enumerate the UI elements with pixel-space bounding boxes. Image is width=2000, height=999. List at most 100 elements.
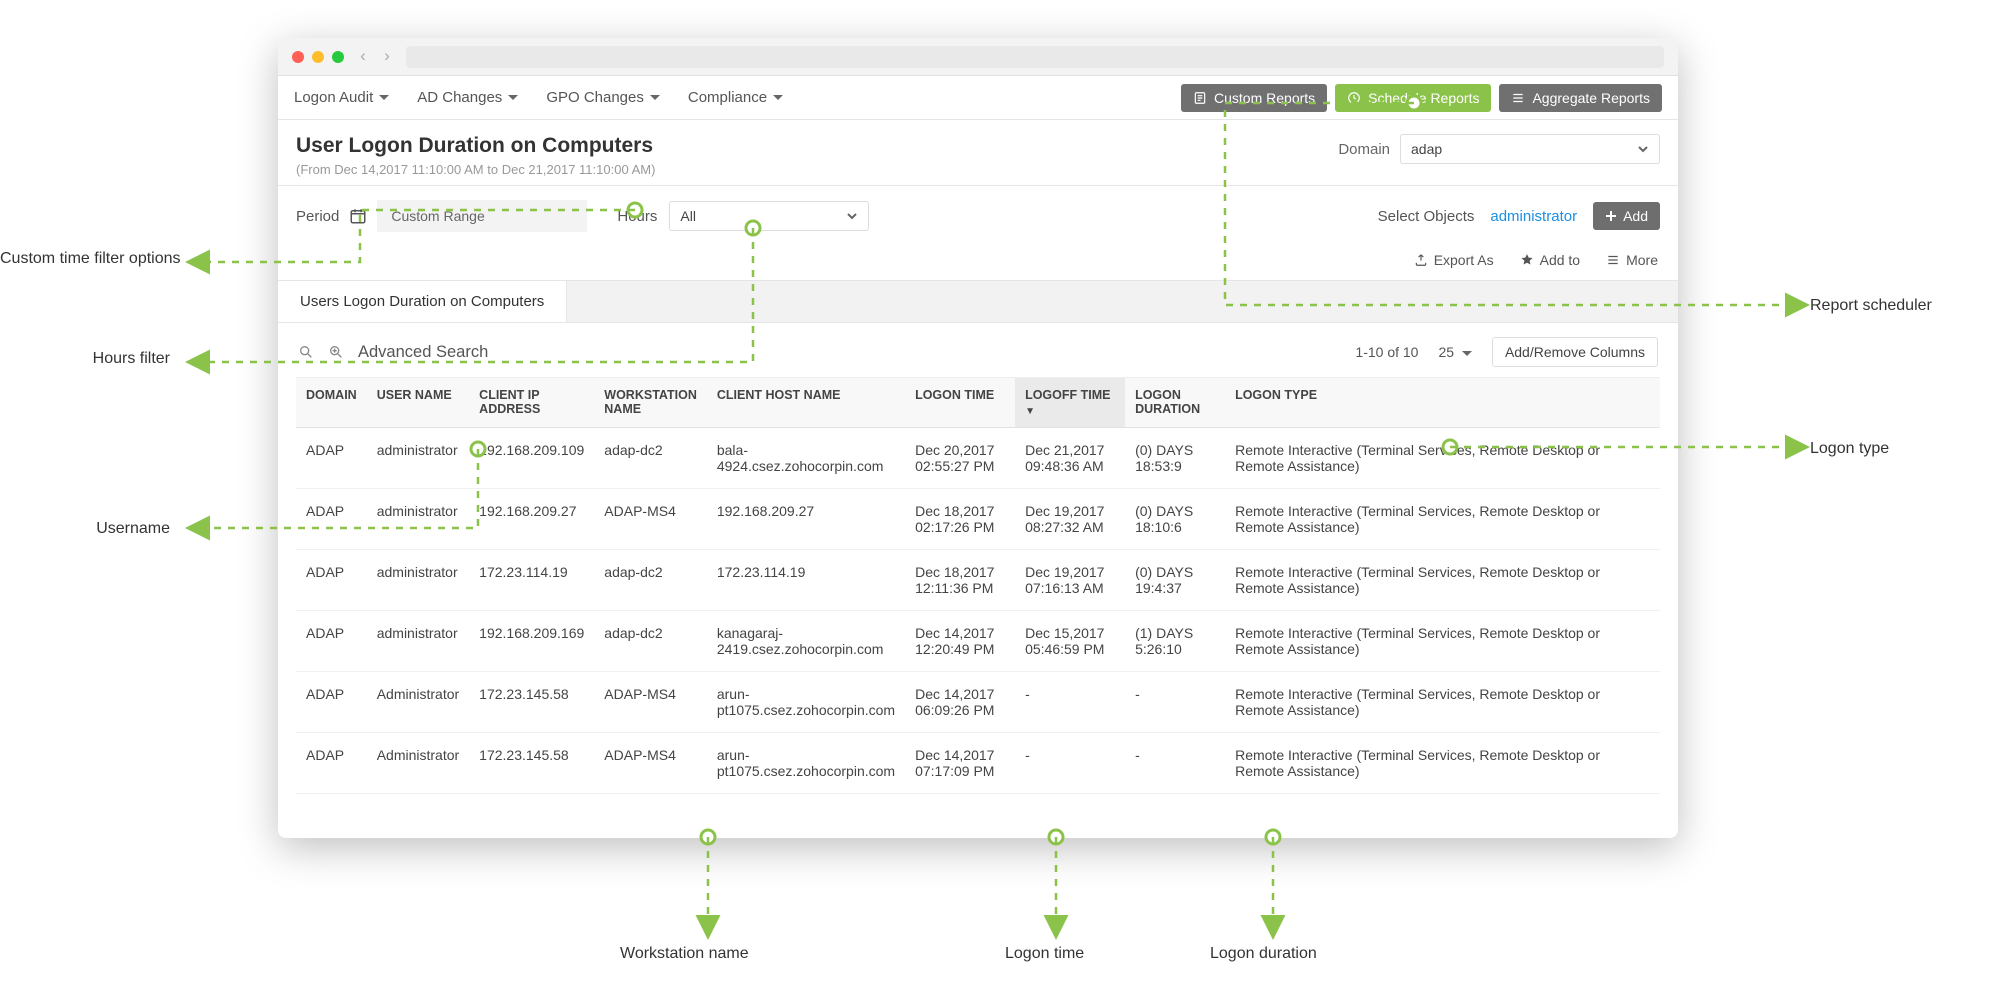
table-cell: ADAP-MS4 bbox=[594, 489, 707, 550]
selected-object-link[interactable]: administrator bbox=[1490, 208, 1577, 225]
add-remove-columns-button[interactable]: Add/Remove Columns bbox=[1492, 337, 1658, 367]
minimize-window-icon[interactable] bbox=[312, 51, 324, 63]
page-size-selector[interactable]: 25 bbox=[1438, 344, 1471, 360]
custom-reports-button[interactable]: Custom Reports bbox=[1181, 84, 1327, 112]
btn-label: Aggregate Reports bbox=[1532, 90, 1650, 106]
col-header[interactable]: LOGON TIME bbox=[905, 378, 1015, 428]
col-header[interactable]: DOMAIN bbox=[296, 378, 367, 428]
logon-table: DOMAINUSER NAMECLIENT IP ADDRESSWORKSTAT… bbox=[296, 377, 1660, 794]
table-cell: 172.23.114.19 bbox=[707, 550, 905, 611]
tab-label: Logon Audit bbox=[294, 89, 373, 106]
table-cell: Dec 20,2017 02:55:27 PM bbox=[905, 428, 1015, 489]
period-label: Period bbox=[296, 208, 339, 225]
annot-user: Username bbox=[0, 520, 170, 538]
table-cell: ADAP bbox=[296, 611, 367, 672]
table-cell: - bbox=[1125, 733, 1225, 794]
table-row[interactable]: ADAPadministrator192.168.209.109adap-dc2… bbox=[296, 428, 1660, 489]
table-row[interactable]: ADAPadministrator192.168.209.169adap-dc2… bbox=[296, 611, 1660, 672]
top-tabs: Logon Audit AD Changes GPO Changes Compl… bbox=[278, 76, 1678, 120]
table-cell: ADAP bbox=[296, 550, 367, 611]
maximize-window-icon[interactable] bbox=[332, 51, 344, 63]
col-header[interactable]: LOGON DURATION bbox=[1125, 378, 1225, 428]
table-cell: Remote Interactive (Terminal Services, R… bbox=[1225, 550, 1660, 611]
table-cell: Dec 14,2017 07:17:09 PM bbox=[905, 733, 1015, 794]
table-cell: (0) DAYS 18:10:6 bbox=[1125, 489, 1225, 550]
table-cell: - bbox=[1015, 733, 1125, 794]
col-header[interactable]: WORKSTATION NAME bbox=[594, 378, 707, 428]
schedule-reports-button[interactable]: Schedule Reports bbox=[1335, 84, 1491, 112]
table-row[interactable]: ADAPAdministrator172.23.145.58ADAP-MS4ar… bbox=[296, 733, 1660, 794]
table-row[interactable]: ADAPadministrator192.168.209.27ADAP-MS41… bbox=[296, 489, 1660, 550]
table-cell: adap-dc2 bbox=[594, 428, 707, 489]
calendar-icon[interactable] bbox=[349, 207, 367, 225]
table-cell: 192.168.209.27 bbox=[707, 489, 905, 550]
table-cell: administrator bbox=[367, 611, 469, 672]
table-cell: ADAP bbox=[296, 489, 367, 550]
annot-logontype: Logon type bbox=[1810, 440, 1889, 458]
pagination-range: 1-10 of 10 bbox=[1355, 344, 1418, 360]
chevron-down-icon bbox=[379, 95, 389, 100]
clock-icon bbox=[1347, 91, 1361, 105]
add-to-button[interactable]: Add to bbox=[1520, 252, 1580, 268]
table-cell: administrator bbox=[367, 489, 469, 550]
table-cell: 192.168.209.109 bbox=[469, 428, 594, 489]
al-label: Add to bbox=[1540, 252, 1580, 268]
title-area: User Logon Duration on Computers (From D… bbox=[278, 120, 1678, 186]
search-icon[interactable] bbox=[298, 344, 314, 360]
address-bar[interactable] bbox=[406, 46, 1664, 68]
action-links: Export As Add to More bbox=[278, 246, 1678, 280]
table-row[interactable]: ADAPAdministrator172.23.145.58ADAP-MS4ar… bbox=[296, 672, 1660, 733]
app-window: ‹ › Logon Audit AD Changes GPO Changes bbox=[278, 38, 1678, 838]
table-cell: administrator bbox=[367, 550, 469, 611]
nav-back-icon[interactable]: ‹ bbox=[354, 47, 372, 66]
table-header-row: DOMAINUSER NAMECLIENT IP ADDRESSWORKSTAT… bbox=[296, 378, 1660, 428]
search-plus-icon[interactable] bbox=[328, 344, 344, 360]
table-cell: 172.23.145.58 bbox=[469, 733, 594, 794]
nav-forward-icon[interactable]: › bbox=[378, 47, 396, 66]
table-cell: - bbox=[1125, 672, 1225, 733]
close-window-icon[interactable] bbox=[292, 51, 304, 63]
subtab-active[interactable]: Users Logon Duration on Computers bbox=[278, 281, 567, 322]
period-input[interactable] bbox=[377, 200, 587, 232]
more-button[interactable]: More bbox=[1606, 252, 1658, 268]
table-cell: (0) DAYS 18:53:9 bbox=[1125, 428, 1225, 489]
table-cell: Remote Interactive (Terminal Services, R… bbox=[1225, 672, 1660, 733]
table-cell: 192.168.209.169 bbox=[469, 611, 594, 672]
tab-gpo-changes[interactable]: GPO Changes bbox=[546, 89, 660, 106]
chevron-down-icon bbox=[773, 95, 783, 100]
window-traffic-lights bbox=[292, 51, 344, 63]
col-header[interactable]: LOGOFF TIME▼ bbox=[1015, 378, 1125, 428]
col-header[interactable]: CLIENT HOST NAME bbox=[707, 378, 905, 428]
add-button[interactable]: Add bbox=[1593, 202, 1660, 230]
table-cell: Dec 18,2017 02:17:26 PM bbox=[905, 489, 1015, 550]
tab-compliance[interactable]: Compliance bbox=[688, 89, 783, 106]
table-cell: - bbox=[1015, 672, 1125, 733]
table-body: ADAPadministrator192.168.209.109adap-dc2… bbox=[296, 428, 1660, 794]
col-header[interactable]: LOGON TYPE bbox=[1225, 378, 1660, 428]
aggregate-reports-button[interactable]: Aggregate Reports bbox=[1499, 84, 1662, 112]
col-header[interactable]: USER NAME bbox=[367, 378, 469, 428]
domain-label: Domain bbox=[1338, 141, 1390, 158]
col-header[interactable]: CLIENT IP ADDRESS bbox=[469, 378, 594, 428]
table-cell: Administrator bbox=[367, 733, 469, 794]
chevron-down-icon bbox=[508, 95, 518, 100]
domain-select[interactable]: adap bbox=[1400, 134, 1660, 164]
table-row[interactable]: ADAPadministrator172.23.114.19adap-dc217… bbox=[296, 550, 1660, 611]
export-as-button[interactable]: Export As bbox=[1414, 252, 1494, 268]
table-cell: Remote Interactive (Terminal Services, R… bbox=[1225, 611, 1660, 672]
table-cell: Dec 14,2017 12:20:49 PM bbox=[905, 611, 1015, 672]
table-cell: Dec 15,2017 05:46:59 PM bbox=[1015, 611, 1125, 672]
hours-select[interactable]: All bbox=[669, 201, 869, 231]
chevron-down-icon bbox=[1462, 351, 1472, 356]
table-cell: (0) DAYS 19:4:37 bbox=[1125, 550, 1225, 611]
table-cell: ADAP bbox=[296, 733, 367, 794]
al-label: More bbox=[1626, 252, 1658, 268]
hours-value: All bbox=[680, 208, 696, 224]
table-cell: Remote Interactive (Terminal Services, R… bbox=[1225, 489, 1660, 550]
tab-logon-audit[interactable]: Logon Audit bbox=[294, 89, 389, 106]
tab-ad-changes[interactable]: AD Changes bbox=[417, 89, 518, 106]
btn-label: Custom Reports bbox=[1214, 90, 1315, 106]
add-label: Add bbox=[1623, 208, 1648, 224]
table-cell: administrator bbox=[367, 428, 469, 489]
advanced-search-link[interactable]: Advanced Search bbox=[358, 343, 488, 362]
